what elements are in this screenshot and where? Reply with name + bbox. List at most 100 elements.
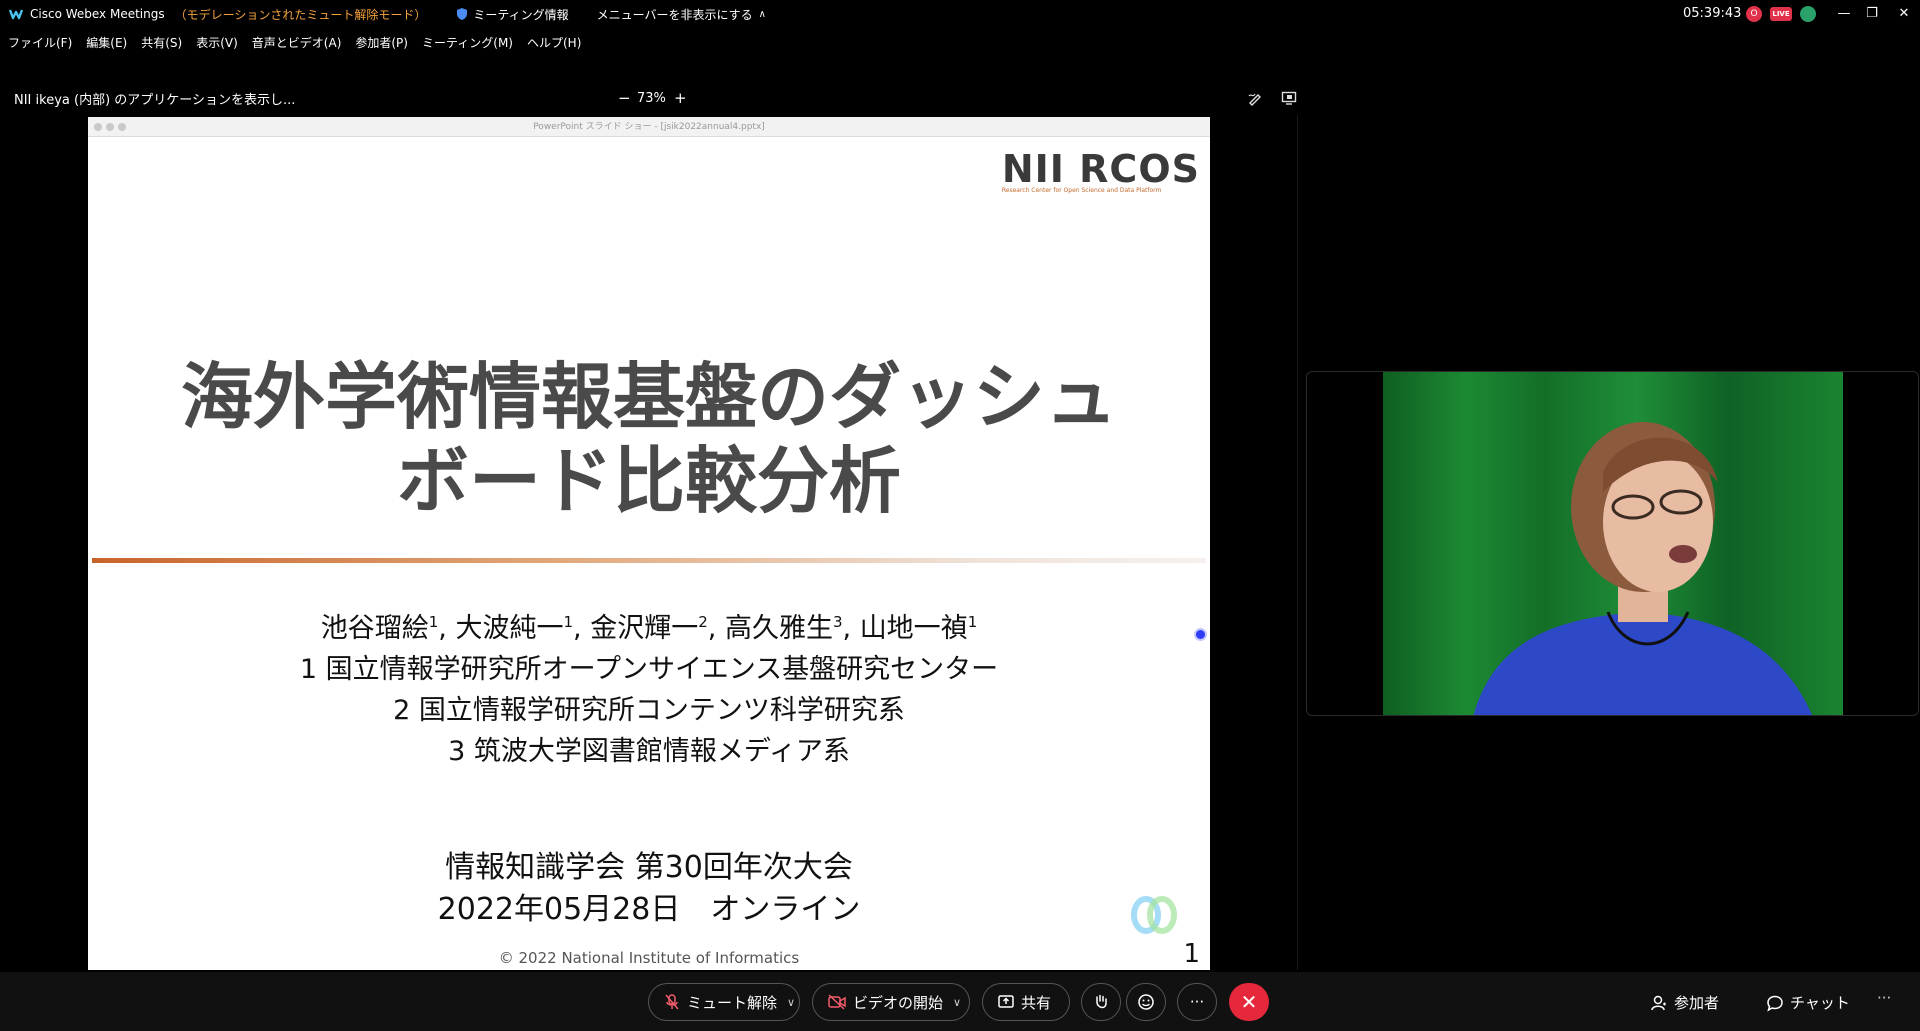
restore-icon[interactable]: ❐ xyxy=(1862,4,1882,24)
moderated-mode-label: （モデレーションされたミュート解除モード） xyxy=(174,7,427,22)
hide-menubar-label: メニューバーを非表示にする xyxy=(596,7,753,22)
raise-hand-icon xyxy=(1096,994,1107,1009)
logo-main-text: NII RCOS xyxy=(1001,147,1200,191)
panel-more-button[interactable]: ··· xyxy=(1877,989,1891,1007)
start-video-button[interactable]: ビデオの開始 ∨ xyxy=(812,983,970,1021)
powerpoint-window-title: PowerPoint スライド ショー - [jsik2022annual4.p… xyxy=(533,122,765,132)
title-bar: Cisco Webex Meetings （モデレーションされたミュート解除モー… xyxy=(0,0,1920,28)
slide: NII RCOS Research Center for Open Scienc… xyxy=(88,137,1210,970)
unmute-button[interactable]: ミュート解除 ∨ xyxy=(648,983,800,1021)
conference-name: 情報知識学会 第30回年次大会 xyxy=(445,850,853,885)
menu-help[interactable]: ヘルプ(H) xyxy=(527,34,581,51)
slide-title: 海外学術情報基盤のダッシュ ボード比較分析 xyxy=(88,355,1210,523)
author-list: 池谷瑠絵1, 大波純一1, 金沢輝一2, 高久雅生3, 山地一禎1 xyxy=(88,602,1210,649)
share-button[interactable]: 共有 xyxy=(982,983,1070,1021)
menu-share[interactable]: 共有(S) xyxy=(141,34,182,51)
affiliation-1: 1 国立情報学研究所オープンサイエンス基盤研究センター xyxy=(299,654,999,685)
affiliation-3: 3 筑波大学図書館情報メディア系 xyxy=(448,736,850,767)
emoji-icon xyxy=(1138,994,1154,1010)
start-video-label: ビデオの開始 xyxy=(853,993,944,1012)
participants-label: 参加者 xyxy=(1674,994,1720,1012)
participant-video-feed xyxy=(1383,372,1843,715)
share-label: 共有 xyxy=(1021,993,1052,1012)
author-name: 山地一禎 xyxy=(859,613,968,644)
author-name: 金沢輝一 xyxy=(590,613,699,644)
hide-menubar-button[interactable]: メニューバーを非表示にする ∧ xyxy=(597,6,766,23)
webex-logo-icon xyxy=(8,9,24,20)
video-off-icon xyxy=(828,994,846,1010)
chat-label: チャット xyxy=(1790,994,1850,1012)
leave-meeting-button[interactable]: ✕ xyxy=(1229,983,1269,1021)
person-icon xyxy=(1651,995,1666,1010)
author-affiliation-mark: 1 xyxy=(428,613,439,631)
window-dot-icon xyxy=(106,123,114,131)
app-title: Cisco Webex Meetings xyxy=(30,7,165,21)
chevron-up-icon: ∧ xyxy=(758,8,766,20)
author-name: 大波純一 xyxy=(455,613,564,644)
webex-watermark-icon xyxy=(1131,896,1177,934)
zoom-in-button[interactable]: + xyxy=(674,89,687,107)
meeting-controls-bar: ミュート解除 ∨ ビデオの開始 ∨ 共有 ··· ✕ 参加者 チャット ··· xyxy=(0,972,1920,1031)
author-separator: , xyxy=(842,613,852,644)
close-icon: ✕ xyxy=(1240,990,1258,1014)
live-icon[interactable]: LIVE xyxy=(1770,7,1792,21)
shield-icon xyxy=(457,8,468,20)
window-dot-icon xyxy=(118,123,126,131)
menu-meeting[interactable]: ミーティング(M) xyxy=(422,34,513,51)
menu-audio-video[interactable]: 音声とビデオ(A) xyxy=(252,34,342,51)
menu-file[interactable]: ファイル(F) xyxy=(8,34,72,51)
share-source-title: NII ikeya (内部) のアプリケーションを表示し... xyxy=(14,92,296,108)
minimize-icon[interactable]: — xyxy=(1834,4,1854,24)
network-health-icon[interactable] xyxy=(1800,6,1816,22)
chevron-down-icon[interactable]: ∨ xyxy=(953,996,961,1009)
meeting-clock: 05:39:43 xyxy=(1683,6,1742,21)
slide-copyright: © 2022 National Institute of Informatics xyxy=(498,949,800,967)
chevron-down-icon[interactable]: ∨ xyxy=(787,996,795,1009)
author-separator: , xyxy=(438,613,447,644)
author-affiliation-mark: 3 xyxy=(832,613,843,631)
close-icon[interactable]: ✕ xyxy=(1894,4,1914,24)
powerpoint-window-header: PowerPoint スライド ショー - [jsik2022annual4.p… xyxy=(88,117,1210,137)
author-name: 池谷瑠絵 xyxy=(320,613,429,644)
recording-icon[interactable]: O xyxy=(1746,6,1762,22)
participant-video-tile[interactable] xyxy=(1306,371,1919,716)
more-label: ··· xyxy=(1189,993,1205,1011)
author-affiliation-mark: 1 xyxy=(967,613,978,631)
meeting-info-label: ミーティング情報 xyxy=(473,7,569,22)
meeting-info-button[interactable]: ミーティング情報 xyxy=(456,6,569,23)
author-affiliation-mark: 2 xyxy=(698,613,708,631)
slide-page-number: 1 xyxy=(1183,939,1200,969)
author-separator: , xyxy=(573,613,582,644)
participants-button[interactable]: 参加者 xyxy=(1650,992,1719,1013)
author-name: 高久雅生 xyxy=(724,613,833,644)
chat-icon xyxy=(1767,995,1783,1012)
zoom-level[interactable]: 73% xyxy=(637,91,666,106)
share-toolbar: NII ikeya (内部) のアプリケーションを表示し... − 73% + xyxy=(0,84,1297,112)
share-screen-icon xyxy=(998,995,1014,1008)
microphone-muted-icon xyxy=(665,994,679,1010)
affiliation-2: 2 国立情報学研究所コンテンツ科学研究系 xyxy=(393,695,905,726)
author-separator: , xyxy=(707,613,717,644)
authors-block: 池谷瑠絵1, 大波純一1, 金沢輝一2, 高久雅生3, 山地一禎1 1 国立情報… xyxy=(88,602,1210,772)
presenter-pointer-icon xyxy=(1196,630,1205,639)
slide-title-line1: 海外学術情報基盤のダッシュ xyxy=(180,355,1117,439)
menu-edit[interactable]: 編集(E) xyxy=(86,34,127,51)
menu-bar: ファイル(F) 編集(E) 共有(S) 表示(V) 音声とビデオ(A) 参加者(… xyxy=(0,30,587,54)
window-dot-icon xyxy=(94,123,102,131)
menu-view[interactable]: 表示(V) xyxy=(196,34,238,51)
chat-button[interactable]: チャット xyxy=(1766,992,1850,1013)
author-affiliation-mark: 1 xyxy=(563,613,574,631)
slide-divider xyxy=(92,558,1206,563)
zoom-out-button[interactable]: − xyxy=(618,89,631,107)
slide-title-line2: ボード比較分析 xyxy=(396,439,901,523)
popout-view-icon[interactable] xyxy=(1281,90,1297,106)
participant-figure xyxy=(1473,422,1813,715)
unmute-label: ミュート解除 xyxy=(687,993,778,1012)
more-options-button[interactable]: ··· xyxy=(1177,983,1217,1021)
annotate-icon[interactable] xyxy=(1247,90,1263,106)
reactions-button[interactable] xyxy=(1126,983,1166,1021)
menu-participants[interactable]: 参加者(P) xyxy=(355,34,408,51)
nii-rcos-logo: NII RCOS Research Center for Open Scienc… xyxy=(1002,147,1200,194)
conference-block: 情報知識学会 第30回年次大会 2022年05月28日 オンライン xyxy=(88,847,1210,931)
raise-hand-button[interactable] xyxy=(1081,983,1121,1021)
